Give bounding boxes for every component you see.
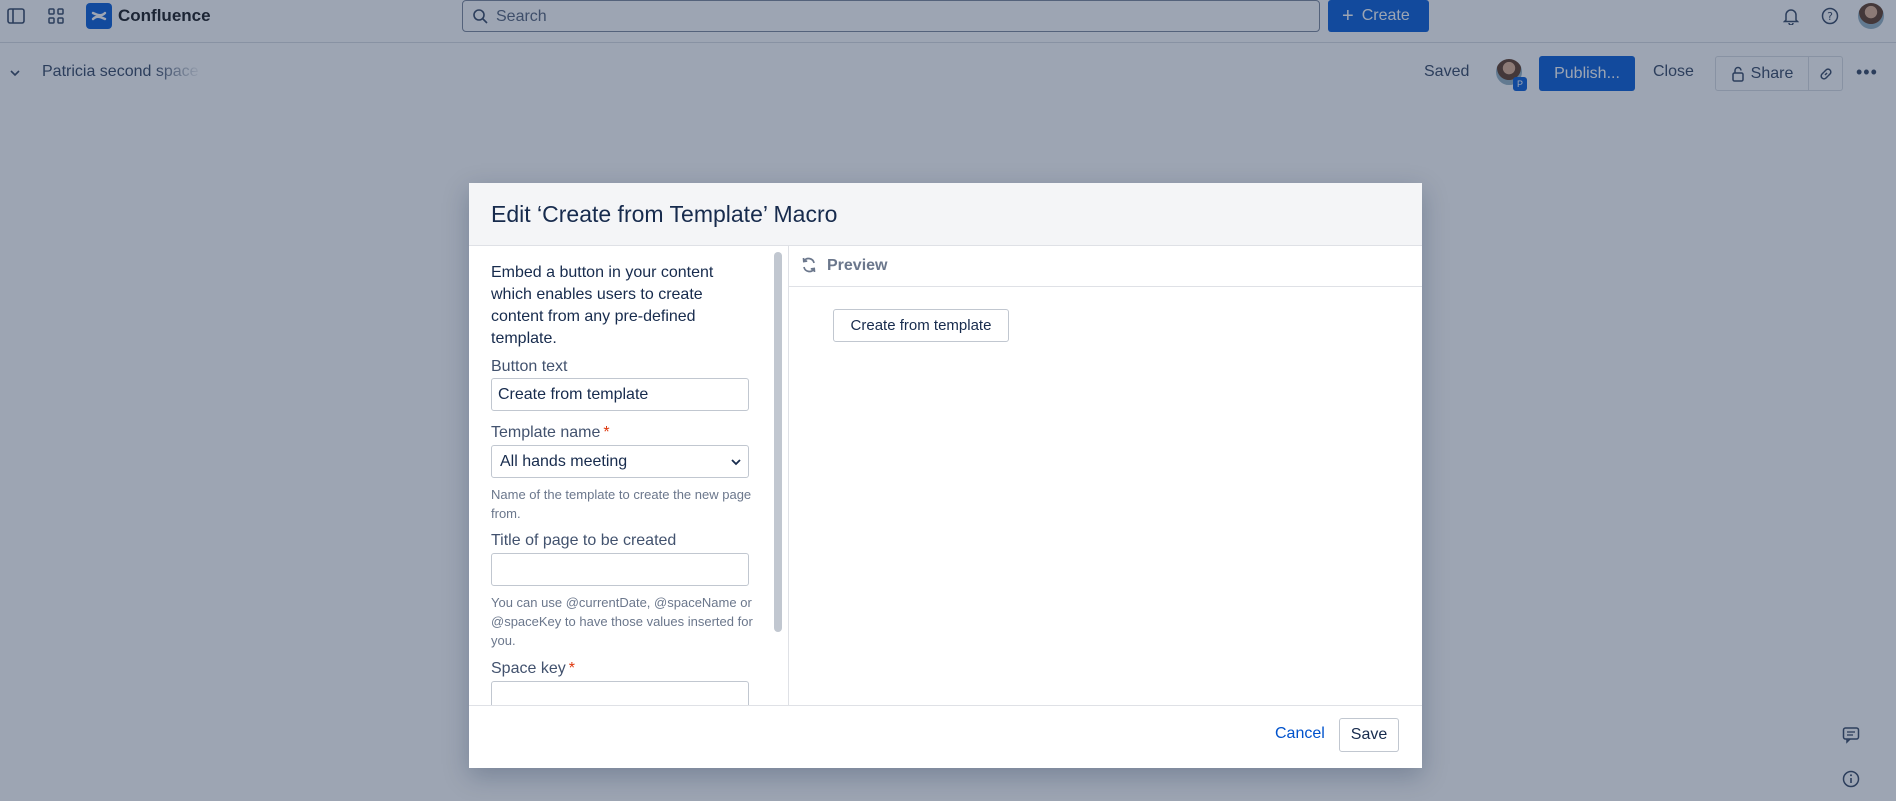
chevron-down-icon bbox=[731, 459, 741, 466]
template-name-select[interactable]: All hands meeting bbox=[491, 445, 749, 478]
button-text-label: Button text bbox=[491, 358, 568, 375]
preview-panel: Preview Create from template bbox=[789, 246, 1422, 706]
macro-parameters-panel: Embed a button in your content which ena… bbox=[469, 246, 789, 706]
button-text-input[interactable]: Create from template bbox=[491, 378, 749, 411]
page-title-help: You can use @currentDate, @spaceName or … bbox=[491, 595, 753, 648]
preview-header: Preview bbox=[789, 246, 1422, 287]
required-asterisk: * bbox=[568, 660, 575, 677]
dialog-footer: Cancel Save bbox=[469, 705, 1422, 768]
space-key-label-text: Space key bbox=[491, 660, 566, 677]
template-name-label-text: Template name bbox=[491, 424, 601, 441]
required-asterisk: * bbox=[603, 424, 610, 441]
page-title-input[interactable] bbox=[491, 553, 749, 586]
preview-create-from-template-button[interactable]: Create from template bbox=[833, 309, 1009, 342]
scrollbar-thumb[interactable] bbox=[774, 252, 782, 632]
template-name-label: Template name * bbox=[491, 424, 610, 442]
space-key-label: Space key * bbox=[491, 660, 575, 678]
macro-edit-dialog: Edit ‘Create from Template’ Macro Embed … bbox=[469, 183, 1422, 768]
page-title-label: Title of page to be created bbox=[491, 532, 677, 549]
save-button[interactable]: Save bbox=[1339, 718, 1399, 752]
dialog-header: Edit ‘Create from Template’ Macro bbox=[469, 183, 1422, 246]
macro-description: Embed a button in your content which ena… bbox=[491, 264, 714, 347]
space-key-input[interactable] bbox=[491, 681, 749, 706]
refresh-icon[interactable] bbox=[800, 256, 818, 274]
template-name-selected: All hands meeting bbox=[500, 453, 628, 470]
cancel-button[interactable]: Cancel bbox=[1275, 725, 1325, 743]
preview-title: Preview bbox=[827, 257, 888, 274]
template-name-help: Name of the template to create the new p… bbox=[491, 487, 752, 521]
dialog-title: Edit ‘Create from Template’ Macro bbox=[491, 201, 838, 227]
